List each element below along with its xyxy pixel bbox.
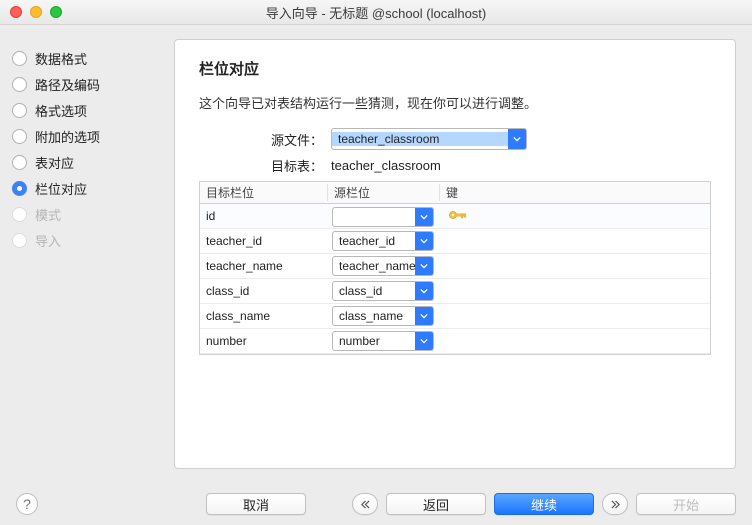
cancel-button[interactable]: 取消 [206, 493, 306, 515]
target-column-cell: class_name [200, 309, 328, 323]
source-column-select[interactable]: class_name [332, 306, 434, 326]
radio-icon [12, 207, 27, 222]
source-column-select[interactable] [332, 207, 434, 227]
radio-icon [12, 129, 27, 144]
source-column-cell [328, 205, 440, 227]
source-column-select[interactable]: number [332, 331, 434, 351]
source-column-cell: class_id [328, 281, 440, 301]
radio-icon [12, 233, 27, 248]
chevron-double-left-icon [361, 500, 370, 509]
help-icon: ? [23, 496, 31, 512]
grid-row: teacher_name teacher_name [200, 254, 710, 279]
chevron-double-right-icon [611, 500, 620, 509]
help-button[interactable]: ? [16, 493, 38, 515]
panel-description: 这个向导已对表结构运行一些猜测，现在你可以进行调整。 [199, 93, 711, 112]
step-import: 导入 [12, 227, 158, 253]
step-mode: 模式 [12, 201, 158, 227]
radio-selected-icon [12, 181, 27, 196]
target-column-cell: teacher_id [200, 234, 328, 248]
dropdown-arrow-icon [415, 208, 433, 226]
source-column-value: teacher_name [333, 259, 415, 273]
radio-icon [12, 103, 27, 118]
first-page-button[interactable] [352, 493, 378, 515]
source-column-select[interactable]: class_id [332, 281, 434, 301]
radio-icon [12, 155, 27, 170]
start-label: 开始 [673, 495, 699, 514]
panel-heading: 栏位对应 [199, 58, 711, 79]
target-column-cell: teacher_name [200, 259, 328, 273]
key-cell [440, 208, 476, 225]
import-wizard-window: 导入向导 - 无标题 @school (localhost) 数据格式 路径及编… [0, 0, 752, 525]
source-column-cell: teacher_id [328, 231, 440, 251]
continue-label: 继续 [531, 495, 557, 514]
grid-head-key: 键 [440, 184, 476, 201]
step-label: 数据格式 [35, 49, 87, 68]
step-label: 栏位对应 [35, 179, 87, 198]
step-additional-options[interactable]: 附加的选项 [12, 123, 158, 149]
column-mapping-panel: 栏位对应 这个向导已对表结构运行一些猜测，现在你可以进行调整。 源文件： tea… [174, 39, 736, 469]
step-table-mapping[interactable]: 表对应 [12, 149, 158, 175]
step-label: 附加的选项 [35, 127, 100, 146]
source-column-value: number [333, 334, 415, 348]
window-controls [10, 6, 62, 18]
grid-row: teacher_id teacher_id [200, 229, 710, 254]
source-column-select[interactable]: teacher_name [332, 256, 434, 276]
target-table-value: teacher_classroom [331, 158, 441, 173]
source-file-label: 源文件： [233, 130, 323, 149]
grid-header: 目标栏位 源栏位 键 [200, 182, 710, 204]
primary-key-icon [448, 208, 468, 225]
dropdown-arrow-icon [415, 257, 433, 275]
source-file-select[interactable]: teacher_classroom [331, 128, 527, 150]
wizard-footer: ? 取消 返回 继续 开始 [0, 483, 752, 525]
source-file-value: teacher_classroom [332, 132, 508, 146]
source-column-value: class_name [333, 309, 415, 323]
step-label: 表对应 [35, 153, 74, 172]
step-format-options[interactable]: 格式选项 [12, 97, 158, 123]
step-column-mapping[interactable]: 栏位对应 [12, 175, 158, 201]
dropdown-arrow-icon [415, 282, 433, 300]
column-mapping-grid: 目标栏位 源栏位 键 idteacher_idteacher_idteacher… [199, 181, 711, 355]
radio-icon [12, 77, 27, 92]
grid-row: class_name class_name [200, 304, 710, 329]
source-column-cell: class_name [328, 306, 440, 326]
dropdown-arrow-icon [415, 232, 433, 250]
step-label: 导入 [35, 231, 61, 250]
target-column-cell: number [200, 334, 328, 348]
dropdown-arrow-icon [415, 307, 433, 325]
window-title: 导入向导 - 无标题 @school (localhost) [0, 3, 752, 22]
minimize-window-button[interactable] [30, 6, 42, 18]
step-label: 格式选项 [35, 101, 87, 120]
step-path-encoding[interactable]: 路径及编码 [12, 71, 158, 97]
start-button: 开始 [636, 493, 736, 515]
radio-icon [12, 51, 27, 66]
dropdown-arrow-icon [508, 129, 526, 149]
back-label: 返回 [423, 495, 449, 514]
dropdown-arrow-icon [415, 332, 433, 350]
cancel-label: 取消 [243, 495, 269, 514]
source-column-cell: number [328, 331, 440, 351]
source-column-value: teacher_id [333, 234, 415, 248]
last-page-button[interactable] [602, 493, 628, 515]
grid-head-source: 源栏位 [328, 184, 440, 201]
target-column-cell: class_id [200, 284, 328, 298]
zoom-window-button[interactable] [50, 6, 62, 18]
step-data-format[interactable]: 数据格式 [12, 45, 158, 71]
close-window-button[interactable] [10, 6, 22, 18]
target-column-cell: id [200, 209, 328, 223]
source-column-value: class_id [333, 284, 415, 298]
titlebar: 导入向导 - 无标题 @school (localhost) [0, 0, 752, 25]
step-label: 模式 [35, 205, 61, 224]
grid-row: id [200, 204, 710, 229]
step-label: 路径及编码 [35, 75, 100, 94]
back-button[interactable]: 返回 [386, 493, 486, 515]
continue-button[interactable]: 继续 [494, 493, 594, 515]
wizard-steps-sidebar: 数据格式 路径及编码 格式选项 附加的选项 表对应 栏位对应 模式 导入 [0, 25, 170, 483]
source-column-select[interactable]: teacher_id [332, 231, 434, 251]
target-table-label: 目标表： [233, 156, 323, 175]
grid-head-target: 目标栏位 [200, 184, 328, 201]
grid-row: number number [200, 329, 710, 354]
grid-row: class_id class_id [200, 279, 710, 304]
source-column-cell: teacher_name [328, 256, 440, 276]
